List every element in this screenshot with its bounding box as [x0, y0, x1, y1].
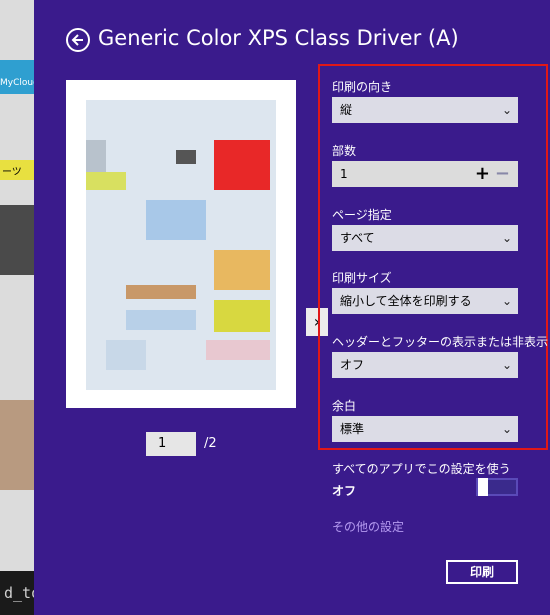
print-size-label: 印刷サイズ	[332, 271, 392, 285]
margin-value: 標準	[340, 422, 365, 436]
header-footer-value: オフ	[340, 358, 365, 372]
minus-icon[interactable]: −	[495, 161, 510, 187]
margin-select[interactable]: 標準 ⌄	[332, 416, 518, 442]
margin-label: 余白	[332, 399, 357, 413]
page-range-select[interactable]: すべて ⌄	[332, 225, 518, 251]
orientation-select[interactable]: 縦 ⌄	[332, 97, 518, 123]
toggle-knob[interactable]	[478, 478, 488, 496]
back-arrow-icon	[71, 34, 83, 46]
more-settings-link[interactable]: その他の設定	[332, 518, 404, 535]
header-footer-select[interactable]: オフ ⌄	[332, 352, 518, 378]
mycloud-text: MyCloud	[0, 78, 34, 88]
copies-value: 1	[340, 167, 348, 181]
all-apps-toggle[interactable]	[476, 478, 518, 496]
orientation-value: 縦	[340, 103, 353, 117]
page-number-input[interactable]: 1	[146, 432, 196, 456]
all-apps-label: すべてのアプリでこの設定を使う	[332, 462, 511, 476]
chevron-down-icon: ⌄	[501, 103, 512, 117]
printer-title: Generic Color XPS Class Driver (A)	[98, 26, 459, 50]
orientation-label: 印刷の向き	[332, 80, 393, 94]
preview-page-image	[86, 100, 276, 390]
chevron-down-icon: ⌄	[501, 294, 512, 308]
page-total: /2	[204, 436, 217, 451]
header-footer-label: ヘッダーとフッターの表示または非表示	[332, 335, 549, 349]
chevron-down-icon: ⌄	[501, 358, 512, 372]
print-button[interactable]: 印刷	[446, 560, 518, 584]
chevron-down-icon: ⌄	[501, 422, 512, 436]
back-button[interactable]	[66, 28, 90, 52]
bg-tag: ーツ	[0, 160, 34, 180]
print-size-select[interactable]: 縮小して全体を印刷する ⌄	[332, 288, 518, 314]
mycloud-logo: MyCloud	[0, 60, 34, 94]
bg-tag-text: ーツ	[2, 167, 22, 178]
print-charm-panel: Generic Color XPS Class Driver (A) › 1 /…	[34, 0, 550, 615]
page-range-value: すべて	[340, 231, 375, 245]
chevron-down-icon: ⌄	[501, 231, 512, 245]
plus-icon[interactable]: +	[475, 161, 490, 187]
bg-image	[0, 205, 34, 275]
settings-group: 印刷の向き 縦 ⌄ 部数 1 + − ページ指定 すべて ⌄ 印刷サイズ 縮小し…	[318, 64, 548, 450]
bg-console-text: d_to	[0, 571, 34, 615]
copies-label: 部数	[332, 144, 357, 158]
print-size-value: 縮小して全体を印刷する	[340, 294, 472, 308]
background-app-sliver: MyCloud ーツ d_to	[0, 0, 34, 615]
bg-image	[0, 400, 34, 490]
copies-stepper[interactable]: 1 + −	[332, 161, 518, 187]
toggle-state-text: オフ	[332, 484, 357, 498]
page-range-label: ページ指定	[332, 208, 392, 222]
print-preview: ›	[66, 80, 328, 408]
